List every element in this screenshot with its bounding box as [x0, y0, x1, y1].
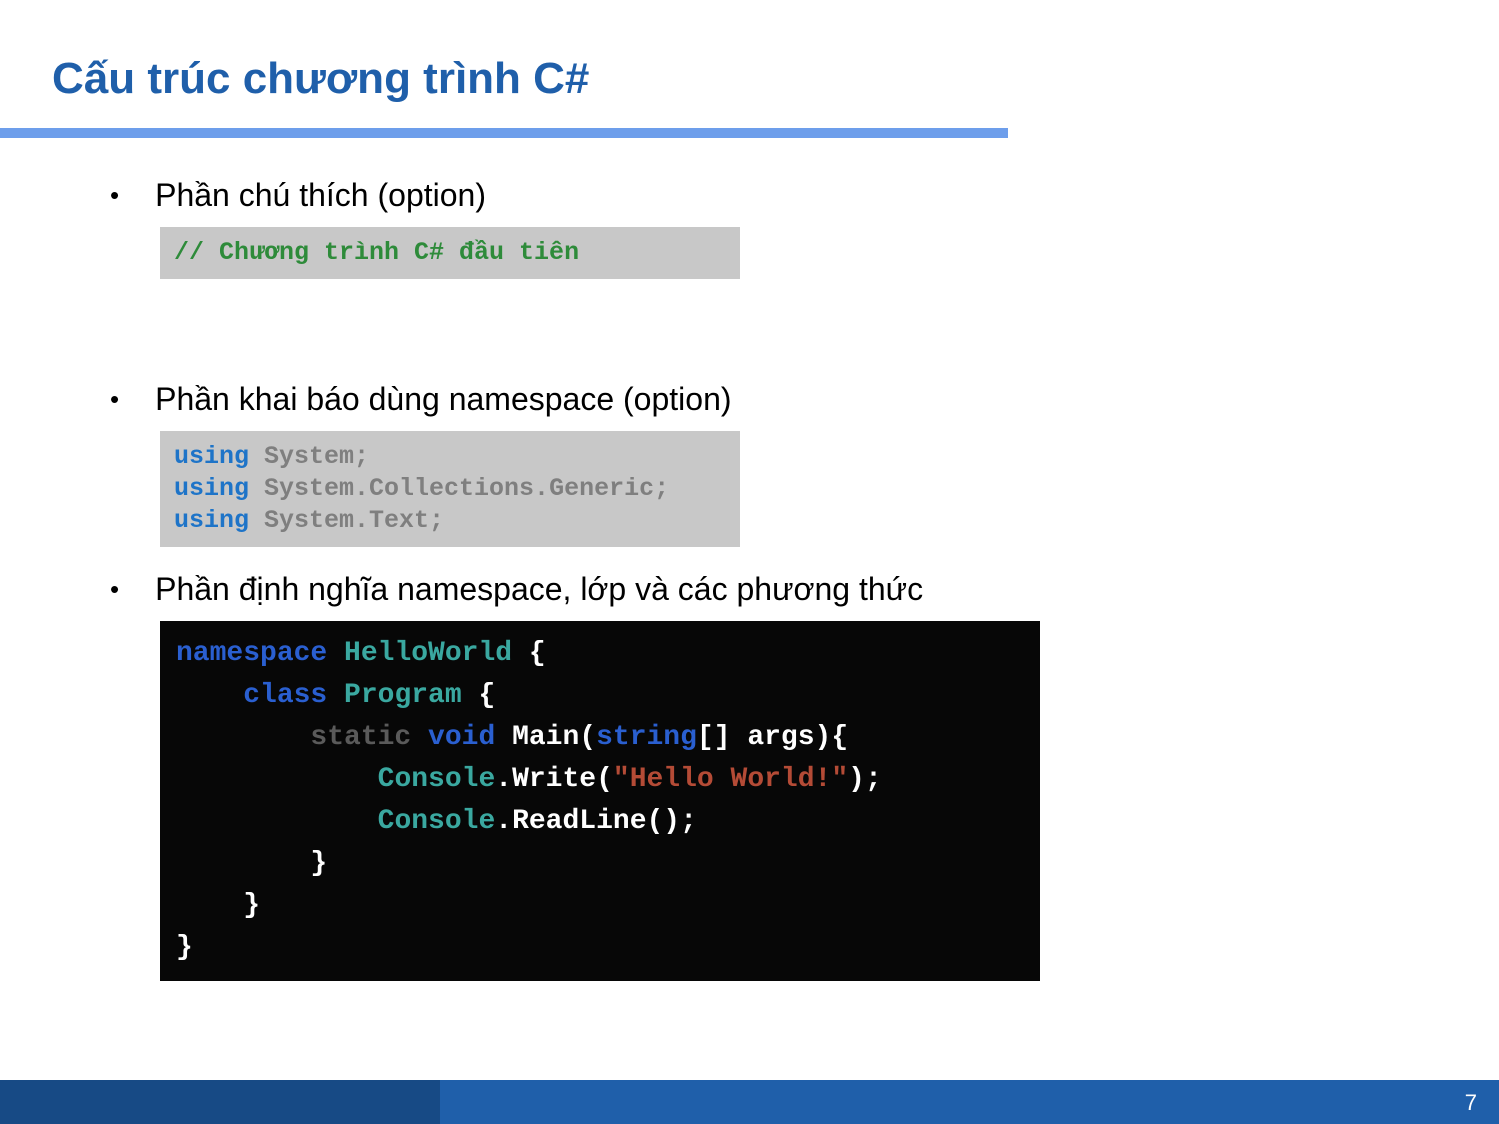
- code-line: static void Main(string[] args){: [176, 717, 1024, 759]
- content-area: • Phần chú thích (option) // Chương trìn…: [100, 175, 1140, 981]
- bullet-item: • Phần khai báo dùng namespace (option) …: [100, 379, 1140, 547]
- bullet-icon: •: [110, 379, 119, 419]
- title-underline: [0, 128, 1008, 138]
- code-block-main: namespace HelloWorld { class Program { s…: [160, 621, 1040, 981]
- bullet-icon: •: [110, 175, 119, 215]
- code-line: class Program {: [176, 675, 1024, 717]
- code-line: }: [176, 885, 1024, 927]
- bullet-text: Phần khai báo dùng namespace (option): [155, 379, 731, 419]
- code-line: using System.Collections.Generic;: [174, 473, 726, 505]
- code-line: }: [176, 843, 1024, 885]
- bullet-icon: •: [110, 569, 119, 609]
- code-block-comment: // Chương trình C# đầu tiên: [160, 227, 740, 279]
- code-line: using System;: [174, 441, 726, 473]
- bullet-text: Phần định nghĩa namespace, lớp và các ph…: [155, 569, 923, 609]
- code-line: using System.Text;: [174, 505, 726, 537]
- slide: Cấu trúc chương trình C# • Phần chú thíc…: [0, 0, 1499, 1124]
- code-line: namespace HelloWorld {: [176, 633, 1024, 675]
- bullet-text: Phần chú thích (option): [155, 175, 486, 215]
- code-line: Console.ReadLine();: [176, 801, 1024, 843]
- footer-bar-accent: [0, 1080, 440, 1124]
- code-block-using: using System; using System.Collections.G…: [160, 431, 740, 547]
- bullet-item: • Phần định nghĩa namespace, lớp và các …: [100, 569, 1140, 981]
- code-line: // Chương trình C# đầu tiên: [174, 238, 579, 267]
- page-title: Cấu trúc chương trình C#: [52, 54, 589, 104]
- code-line: Console.Write("Hello World!");: [176, 759, 1024, 801]
- code-line: }: [176, 927, 1024, 969]
- page-number: 7: [1465, 1090, 1477, 1116]
- bullet-item: • Phần chú thích (option) // Chương trìn…: [100, 175, 1140, 279]
